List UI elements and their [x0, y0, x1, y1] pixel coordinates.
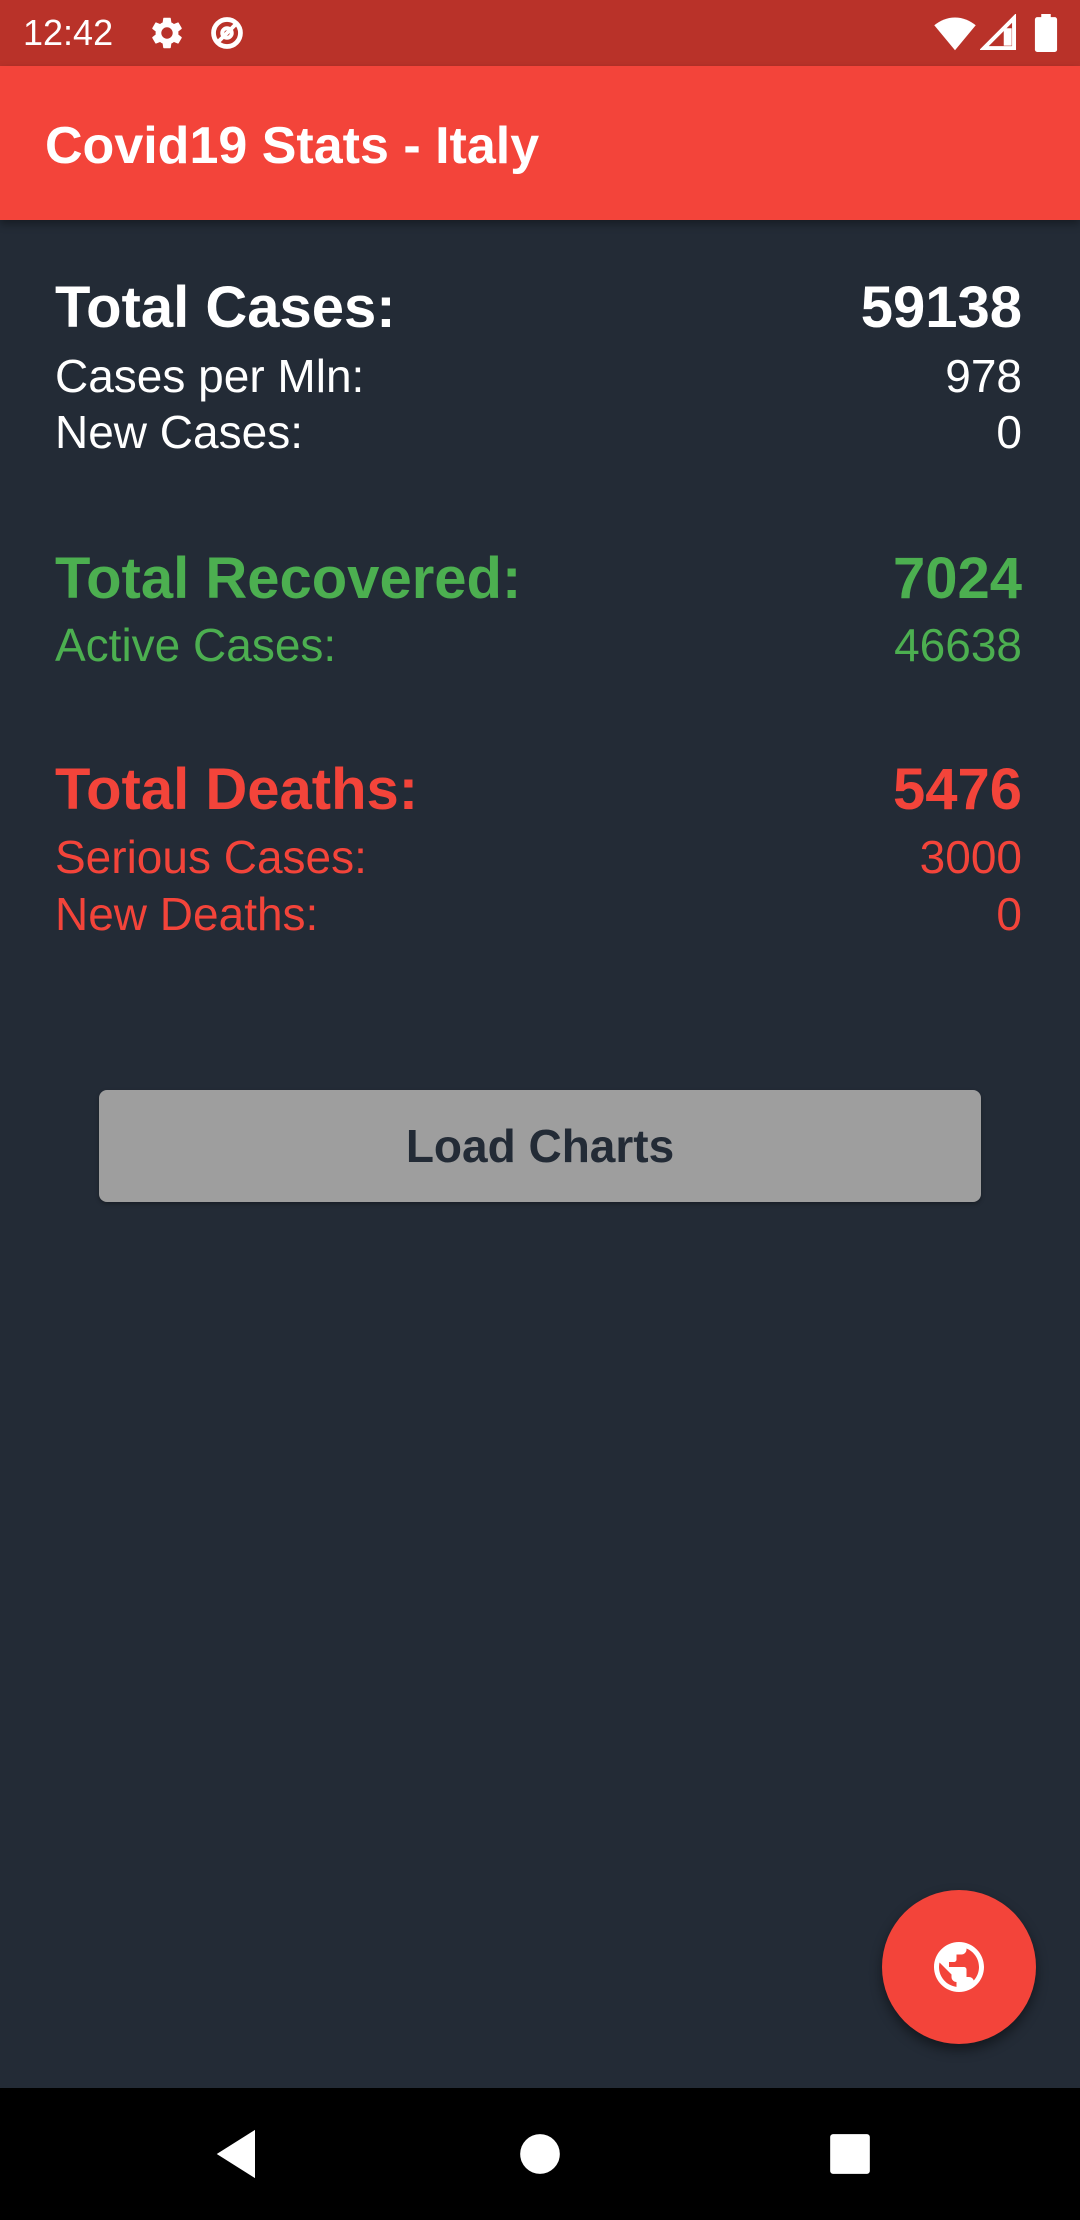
- cases-per-mln-value: 978: [945, 350, 1022, 402]
- total-deaths-label: Total Deaths:: [55, 756, 419, 822]
- wifi-icon: [934, 17, 976, 51]
- cases-per-mln-label: Cases per Mln:: [55, 350, 365, 402]
- total-cases-value: 59138: [860, 274, 1022, 340]
- total-deaths-row: Total Deaths: 5476: [55, 754, 1022, 824]
- nav-back-button[interactable]: [204, 2120, 272, 2188]
- active-cases-value: 46638: [894, 619, 1022, 671]
- new-cases-label: New Cases:: [55, 406, 303, 458]
- total-deaths-value: 5476: [892, 756, 1022, 822]
- gear-icon: [152, 17, 182, 49]
- page-title: Covid19 Stats - Italy: [45, 117, 540, 175]
- load-charts-button[interactable]: Load Charts: [99, 1090, 981, 1202]
- new-deaths-value: 0: [996, 888, 1022, 940]
- nav-recents-button[interactable]: [816, 2120, 884, 2188]
- total-recovered-value: 7024: [892, 545, 1022, 611]
- nav-home-button[interactable]: [506, 2120, 574, 2188]
- cases-per-mln-row: Cases per Mln: 978: [55, 348, 1022, 404]
- app-bar: Covid19 Stats - Italy: [0, 66, 1080, 220]
- active-cases-row: Active Cases: 46638: [55, 617, 1022, 673]
- globe-fab-button[interactable]: [882, 1890, 1036, 2044]
- new-cases-row: New Cases: 0: [55, 404, 1022, 460]
- navigation-bar: [0, 2088, 1080, 2220]
- recents-icon: [830, 2134, 870, 2174]
- total-recovered-row: Total Recovered: 7024: [55, 543, 1022, 613]
- data-saver-icon: [211, 17, 243, 49]
- back-icon: [216, 2129, 255, 2179]
- new-deaths-row: New Deaths: 0: [55, 886, 1022, 942]
- globe-icon: [934, 1942, 984, 1992]
- battery-icon: [1034, 14, 1058, 52]
- new-deaths-label: New Deaths:: [55, 888, 319, 940]
- active-cases-label: Active Cases:: [55, 619, 337, 671]
- serious-cases-row: Serious Cases: 3000: [55, 829, 1022, 885]
- serious-cases-value: 3000: [919, 831, 1022, 883]
- status-bar: 12:42: [0, 0, 1080, 66]
- home-icon: [520, 2134, 560, 2174]
- total-cases-row: Total Cases: 59138: [55, 272, 1022, 342]
- serious-cases-label: Serious Cases:: [55, 831, 367, 883]
- cell-signal-icon: [980, 14, 1017, 51]
- new-cases-value: 0: [996, 406, 1022, 458]
- total-recovered-label: Total Recovered:: [55, 545, 522, 611]
- total-cases-label: Total Cases:: [55, 274, 396, 340]
- status-time: 12:42: [23, 12, 114, 53]
